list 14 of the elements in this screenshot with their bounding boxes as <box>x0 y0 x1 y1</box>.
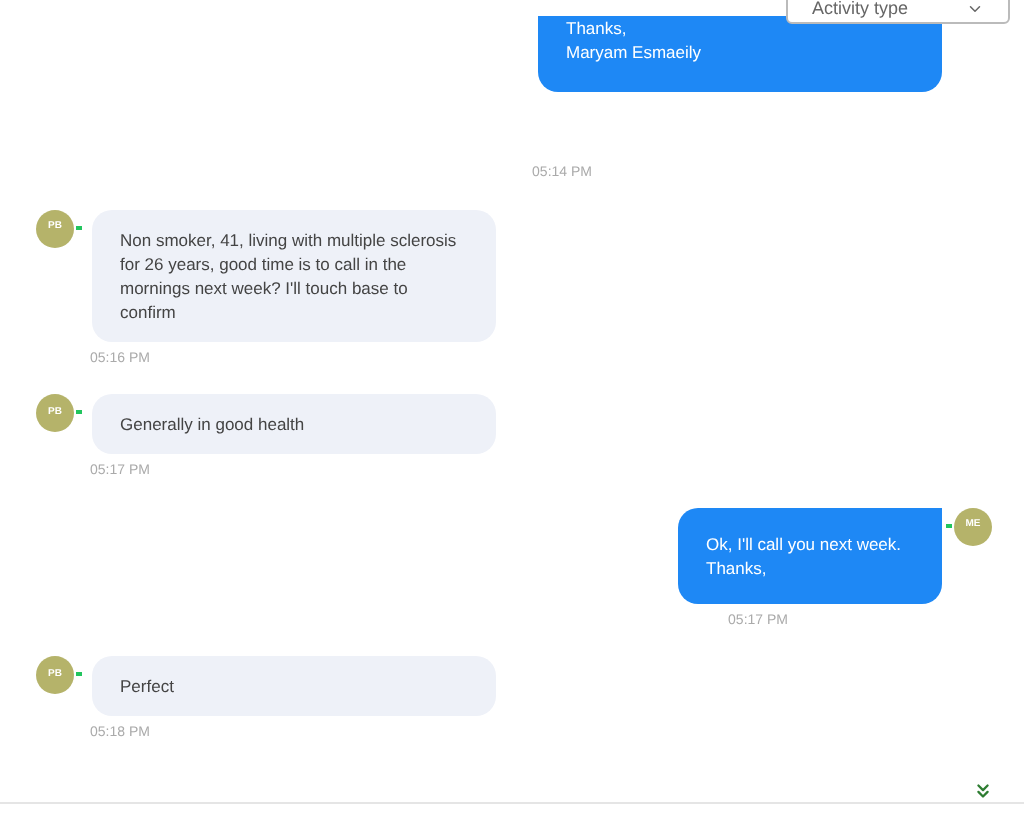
message-text: Maryam Esmaeily <box>566 40 704 64</box>
message-text: Thanks, <box>566 16 629 40</box>
message-text: Non smoker, 41, living with multiple sclerosis for 26 years, good time is to call in the mornings next week? I'll touch base to confirm <box>120 227 459 323</box>
message-text: Generally in good health <box>120 412 307 436</box>
status-icon <box>74 223 84 231</box>
activity-type-dropdown[interactable]: Activity type <box>786 0 1010 24</box>
message-text: Ok, I'll call you next week. <box>706 531 904 555</box>
message-text: Thanks, <box>706 555 769 579</box>
message-text: Perfect <box>120 674 176 698</box>
chevron-down-icon <box>966 0 984 18</box>
scroll-down-icon[interactable] <box>972 780 994 802</box>
status-icon <box>74 408 84 416</box>
status-icon <box>944 521 954 529</box>
status-icon <box>74 670 84 678</box>
